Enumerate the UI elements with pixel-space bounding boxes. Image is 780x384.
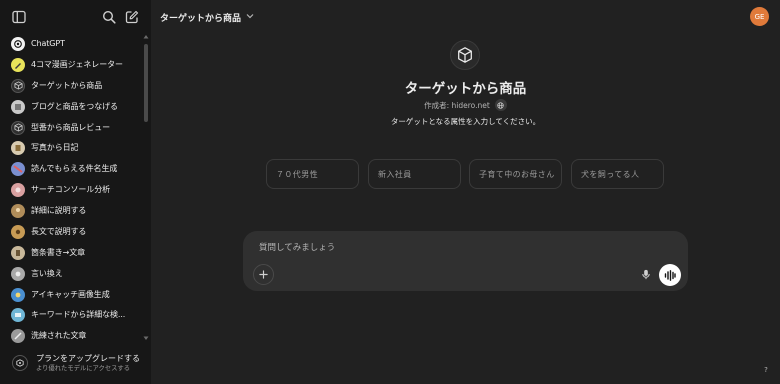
starter-label: 犬を飼ってる人 <box>581 169 640 179</box>
new-chat-icon[interactable] <box>123 8 141 26</box>
sidebar-item-label: サーチコンソール分析 <box>31 185 110 194</box>
message-input[interactable]: 質問してみましょう <box>259 241 335 253</box>
analysis-thumb-icon <box>11 182 25 197</box>
conversation-starter[interactable]: 犬を飼ってる人 <box>571 159 664 189</box>
sidebar-item-4koma[interactable]: 4コマ漫画ジェネレーター <box>6 55 140 74</box>
blog-thumb-icon <box>11 99 25 114</box>
sidebar-item-label: キーワードから詳細な検... <box>31 310 126 319</box>
sidebar-item-keyword-detail[interactable]: キーワードから詳細な検... <box>6 305 140 324</box>
scroll-down-icon[interactable] <box>143 335 149 341</box>
conversation-starter[interactable]: 新入社員 <box>368 159 461 189</box>
manga-thumb-icon <box>11 57 25 72</box>
gpt-logo-icon <box>450 40 480 70</box>
sidebar-item-eyecatch[interactable]: アイキャッチ画像生成 <box>6 285 140 304</box>
diary-thumb-icon <box>11 140 25 155</box>
user-avatar[interactable]: GE <box>750 7 769 26</box>
longtext-thumb-icon <box>11 224 25 239</box>
sidebar-toggle-icon[interactable] <box>10 8 28 26</box>
sidebar-item-label: 言い換え <box>31 269 63 278</box>
sidebar-item-detailed-explain[interactable]: 詳細に説明する <box>6 201 140 220</box>
sidebar-item-label: 写真から日記 <box>31 143 79 152</box>
sidebar-item-long-explain[interactable]: 長文で説明する <box>6 222 140 241</box>
sidebar-scrollbar[interactable] <box>143 32 149 344</box>
mail-thumb-icon <box>11 161 25 176</box>
starter-label: ７０代男性 <box>276 169 318 179</box>
sidebar-item-blog-product[interactable]: ブログと商品をつなげる <box>6 97 140 116</box>
search-icon[interactable] <box>100 8 118 26</box>
sidebar-item-paraphrase[interactable]: 言い換え <box>6 264 140 283</box>
gpt-description: ターゲットとなる属性を入力してください。 <box>390 117 541 126</box>
help-button[interactable]: ? <box>759 363 773 377</box>
cube-icon <box>11 78 25 93</box>
model-selector[interactable]: ターゲットから商品 <box>160 9 254 25</box>
sidebar-item-label: 4コマ漫画ジェネレーター <box>31 60 123 69</box>
refined-thumb-icon <box>11 328 25 343</box>
gpt-title: ターゲットから商品 <box>404 81 527 97</box>
sidebar-header <box>0 0 151 34</box>
voice-mode-button[interactable] <box>659 264 681 286</box>
message-composer[interactable]: 質問してみましょう <box>243 231 688 291</box>
microphone-icon <box>642 269 650 279</box>
bullet-thumb-icon <box>11 245 25 260</box>
sidebar-item-label: 洗練された文章 <box>31 331 87 340</box>
plus-icon <box>259 270 268 279</box>
sidebar-item-label: ターゲットから商品 <box>31 81 103 90</box>
scroll-up-icon[interactable] <box>143 33 149 39</box>
main-area: ターゲットから商品 GE ターゲットから商品 作成者: hidero.net タ… <box>151 0 780 384</box>
gpt-author: 作成者: hidero.net <box>151 99 780 111</box>
sidebar-item-subject-gen[interactable]: 読んでもらえる件名生成 <box>6 159 140 178</box>
sidebar-item-bullets-to-text[interactable]: 箇条書き→文章 <box>6 243 140 262</box>
chevron-down-icon <box>246 12 254 22</box>
sidebar-item-chatgpt[interactable]: ChatGPT <box>6 34 140 53</box>
eyecatch-thumb-icon <box>11 287 25 302</box>
dictate-button[interactable] <box>636 264 656 284</box>
gpt-author-text: 作成者: hidero.net <box>424 100 490 110</box>
sidebar-item-label: 詳細に説明する <box>31 206 87 215</box>
upgrade-text: プランをアップグレードする より優れたモデルにアクセスする <box>36 353 140 373</box>
model-selector-label: ターゲットから商品 <box>160 13 242 24</box>
sidebar-item-label: 読んでもらえる件名生成 <box>31 164 118 173</box>
attach-button[interactable] <box>253 264 274 285</box>
sidebar-item-label: 長文で説明する <box>31 227 87 236</box>
sidebar-item-label: アイキャッチ画像生成 <box>31 290 110 299</box>
upgrade-subtitle: より優れたモデルにアクセスする <box>36 365 131 372</box>
upgrade-title: プランをアップグレードする <box>36 354 140 363</box>
conversation-starter[interactable]: ７０代男性 <box>266 159 359 189</box>
sidebar-item-refined-text[interactable]: 洗練された文章 <box>6 326 140 344</box>
sidebar-item-label: 型番から商品レビュー <box>31 123 110 132</box>
paraphrase-thumb-icon <box>11 266 25 281</box>
sidebar-item-target-product[interactable]: ターゲットから商品 <box>6 76 140 95</box>
sidebar: ChatGPT 4コマ漫画ジェネレーター ターゲットから商品 ブログと商品をつな… <box>0 0 151 384</box>
sidebar-item-model-review[interactable]: 型番から商品レビュー <box>6 118 140 137</box>
keyword-thumb-icon <box>11 307 25 322</box>
voice-waveform-icon <box>664 269 676 281</box>
sidebar-item-label: 箇条書き→文章 <box>31 248 86 257</box>
sidebar-item-label: ブログと商品をつなげる <box>31 102 118 111</box>
gpt-list: ChatGPT 4コマ漫画ジェネレーター ターゲットから商品 ブログと商品をつな… <box>0 32 142 344</box>
cube-icon <box>11 120 25 135</box>
globe-icon[interactable] <box>494 99 507 111</box>
starter-label: 新入社員 <box>378 169 412 179</box>
sidebar-item-search-console[interactable]: サーチコンソール分析 <box>6 180 140 199</box>
openai-logo-icon <box>11 36 25 51</box>
scroll-thumb[interactable] <box>144 44 148 122</box>
sidebar-item-photo-diary[interactable]: 写真から日記 <box>6 138 140 157</box>
upgrade-plan-button[interactable]: プランをアップグレードする より優れたモデルにアクセスする <box>6 348 144 378</box>
upgrade-icon <box>12 355 28 371</box>
sidebar-item-label: ChatGPT <box>31 39 65 48</box>
conversation-starter[interactable]: 子育て中のお母さん <box>469 159 562 189</box>
explain-thumb-icon <box>11 203 25 218</box>
starter-label: 子育て中のお母さん <box>479 169 555 179</box>
